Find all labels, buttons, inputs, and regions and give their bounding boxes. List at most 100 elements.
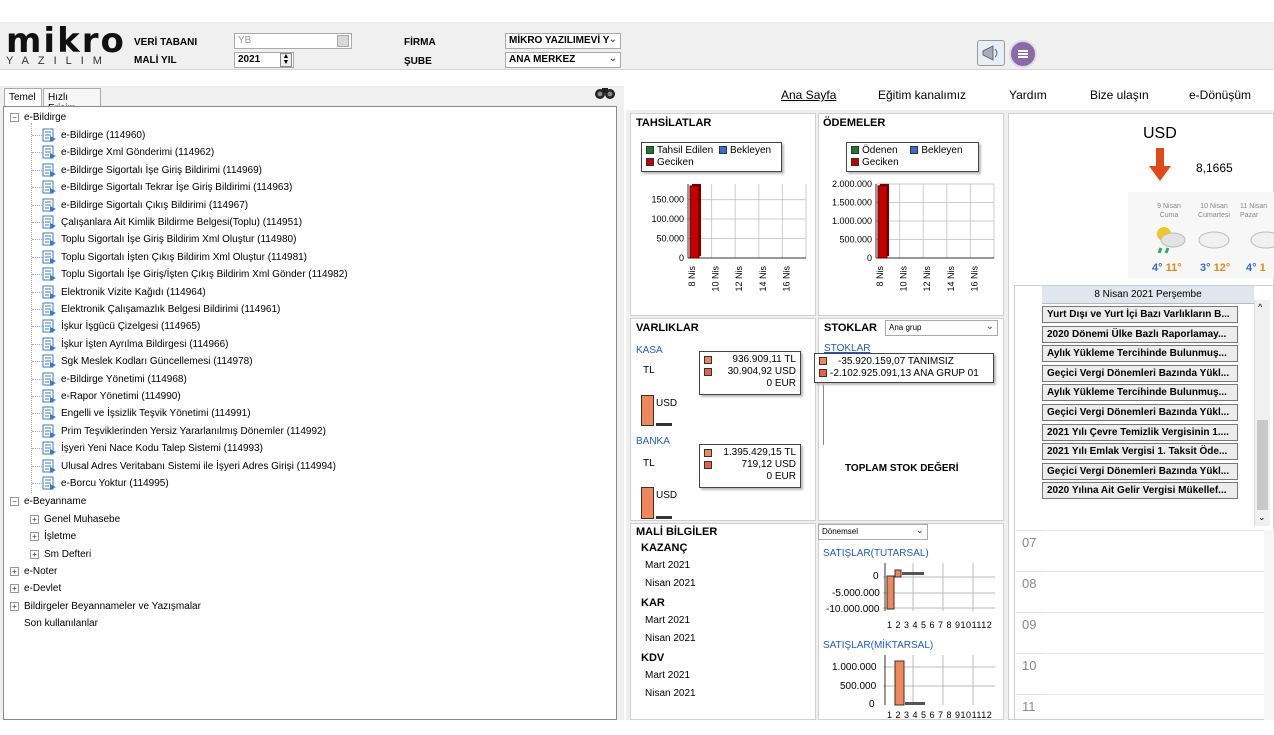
tree-item[interactable]: İşkur İşgücü Çizelgesi (114965) [61, 320, 200, 333]
tree-item[interactable]: e-Bildirge Sigortalı İşe Giriş Bildirimi… [61, 164, 262, 177]
agenda-item[interactable]: 2021 Yılı Çevre Temizlik Vergisinin 1...… [1042, 423, 1238, 441]
tree-item[interactable]: e-Bildirge Sigortalı Tekrar İşe Giriş Bi… [61, 181, 292, 194]
tree-item-sm-defteri[interactable]: Sm Defteri [44, 548, 91, 561]
odeme-legend: Ödenen Bekleyen Geciken [846, 142, 979, 172]
tab-hizli-erisim[interactable]: Hızlı Erişim [43, 88, 101, 114]
agenda-item[interactable]: 2021 Yılı Emlak Vergisi 1. Taksit Öde... [1042, 443, 1238, 461]
legend-label: Tahsil Edilen [657, 145, 714, 156]
tree-item[interactable]: Çalışanlara Ait Kimlik Bildirme Belgesi(… [61, 216, 302, 229]
agenda-item[interactable]: Geçici Vergi Dönemleri Bazında Yükl... [1042, 364, 1238, 382]
agenda-item[interactable]: 2020 Yılına Ait Gelir Vergisi Mükellef..… [1042, 482, 1238, 500]
tree-item-son-kullanilanlar[interactable]: Son kullanılanlar [24, 617, 98, 630]
x-tick-label: 16 Nis [969, 266, 979, 292]
collapse-icon[interactable]: − [10, 113, 19, 122]
agenda-hour-line [1042, 694, 1274, 695]
legend-label: Bekleyen [921, 145, 963, 156]
x-tick-label: 14 Nis [946, 266, 956, 292]
legend-swatch [851, 158, 859, 166]
kazanc-row-1[interactable]: Mart 2021 [645, 560, 690, 571]
nav-yardim[interactable]: Yardım [1009, 88, 1047, 102]
tree-item[interactable]: e-Bildirge Xml Gönderimi (114962) [61, 146, 214, 159]
y-tick-label: 2.000.000 [832, 179, 872, 189]
tree-item[interactable]: İşkur İşten Ayrılma Bildirgesi (114966) [61, 338, 228, 351]
sat-miktar-label: SATIŞLAR(MİKTARSAL) [823, 640, 934, 651]
tree-item[interactable]: Elektronik Vizite Kağıdı (114964) [61, 286, 206, 299]
chevron-down-icon[interactable]: ⌄ [1258, 512, 1266, 523]
kdv-row-1[interactable]: Mart 2021 [645, 670, 690, 681]
tree-item[interactable]: e-Bildirge Sigortalı Çıkış Bildirimi (11… [61, 199, 248, 212]
kasa-usd-bar [656, 423, 672, 426]
binoculars-button[interactable] [593, 84, 617, 100]
tree-item[interactable]: Elektronik Çalışamazlık Belgesi Bildirim… [61, 303, 280, 316]
stok-group-value: Ana grup [889, 323, 922, 332]
tree-item-genel-muhasebe[interactable]: Genel Muhasebe [44, 513, 120, 526]
tab-temel[interactable]: Temel [4, 88, 42, 106]
stok-group-select[interactable]: Ana grup ⌄ [885, 320, 998, 336]
kazanc-row-2[interactable]: Nisan 2021 [645, 578, 696, 589]
agenda-item[interactable]: 2020 Dönemi Ülke Bazlı Raporlamay... [1042, 325, 1238, 343]
tree-item-isletme[interactable]: İşletme [44, 530, 76, 543]
nav-ana-sayfa[interactable]: Ana Sayfa [781, 88, 836, 102]
expand-icon[interactable]: + [30, 532, 39, 541]
x-tick-label: 14 Nis [758, 266, 768, 292]
expand-icon[interactable]: + [10, 584, 19, 593]
year-stepper[interactable]: ▲ ▼ [280, 53, 292, 67]
menu-tree: − e-Bildirge e-Bildirge (114960) e-Bildir… [3, 106, 617, 720]
tree-item[interactable]: Prim Teşviklerinden Yersiz Yararlanılmış… [61, 425, 326, 438]
agenda-item[interactable]: Geçici Vergi Dönemleri Bazında Yükl... [1042, 462, 1238, 480]
agenda-item[interactable]: Aylık Yükleme Tercihinde Bulunmuş... [1042, 384, 1238, 402]
db-browse-button[interactable] [337, 35, 349, 47]
db-input[interactable]: YB [234, 33, 352, 49]
agenda-item[interactable]: Geçici Vergi Dönemleri Bazında Yükl... [1042, 404, 1238, 421]
tree-item[interactable]: Toplu Sigortalı İşe Giriş Bildirim Xml O… [61, 233, 296, 246]
nav-e-donusum[interactable]: e-Dönüşüm [1189, 88, 1251, 102]
kar-row-2[interactable]: Nisan 2021 [645, 633, 696, 644]
tree-root-e-devlet[interactable]: e-Devlet [24, 582, 61, 595]
tree-item[interactable]: e-Rapor Yönetimi (114990) [61, 390, 181, 403]
x-tick-label: 10 Nis [711, 266, 721, 292]
announcement-button[interactable] [977, 40, 1005, 66]
tree-connector [32, 361, 42, 363]
tree-item[interactable]: İşyeri Yeni Nace Kodu Talep Sistemi (114… [61, 442, 263, 455]
tree-item[interactable]: e-Bildirge Yönetimi (114968) [61, 373, 187, 386]
kar-row-1[interactable]: Mart 2021 [645, 615, 690, 626]
bar [689, 185, 700, 259]
branch-select[interactable]: ANA MERKEZ ⌄ [505, 52, 621, 68]
document-icon [42, 319, 56, 334]
nav-egitim-kanalimiz[interactable]: Eğitim kanalımız [878, 88, 966, 102]
agenda-item[interactable]: Yurt Dışı ve Yurt İçi Bazı Varlıkların B… [1042, 306, 1238, 323]
expand-icon[interactable]: + [10, 602, 19, 611]
expand-icon[interactable]: + [30, 550, 39, 559]
tree-item[interactable]: e-Bildirge (114960) [61, 129, 145, 142]
year-input[interactable]: 2021 ▲ ▼ [234, 52, 294, 68]
kdv-row-2[interactable]: Nisan 2021 [645, 688, 696, 699]
agenda-item[interactable]: Aylık Yükleme Tercihinde Bulunmuş... [1042, 345, 1238, 363]
tree-item[interactable]: Toplu Sigortalı İşten Çıkış Bildirim Xml… [61, 251, 307, 264]
tree-item[interactable]: Sgk Meslek Kodları Güncellemesi (114978) [61, 355, 253, 368]
chevron-up-icon[interactable]: ^ [1258, 302, 1262, 312]
mali-period-select[interactable]: Dönemsel ⌄ [818, 524, 928, 540]
tree-root-e-beyanname[interactable]: e-Beyanname [24, 495, 86, 508]
stok-title: STOKLAR [824, 322, 877, 334]
banka-usd-bar [656, 516, 672, 519]
calendar-scrollbar[interactable] [1264, 530, 1274, 720]
tree-item[interactable]: Ulusal Adres Veritabanı Sistemi ile İşye… [61, 460, 336, 473]
agenda-hour-line [1042, 530, 1274, 531]
tree-item[interactable]: Toplu Sigortalı İşe Giriş/İşten Çıkış Bi… [61, 268, 348, 281]
tree-item[interactable]: Engelli ve İşsizlik Teşvik Yönetimi (114… [61, 407, 251, 420]
tree-root-bildirgeler[interactable]: Bildirgeler Beyannameler ve Yazışmalar [24, 600, 201, 613]
expand-icon[interactable]: + [10, 567, 19, 576]
expand-icon[interactable]: + [30, 515, 39, 524]
y-tick-label: 500.000 [839, 235, 872, 245]
tree-connector [32, 326, 42, 328]
agenda-hour: 11 [1016, 694, 1042, 735]
menu-button[interactable] [1009, 40, 1037, 68]
tree-root-e-noter[interactable]: e-Noter [24, 565, 57, 578]
tree-connector [32, 291, 42, 293]
firm-select[interactable]: MİKRO YAZILIMEVİ Y ⌄ [505, 33, 621, 49]
scroll-thumb[interactable] [1257, 420, 1268, 510]
nav-bize-ulasin[interactable]: Bize ulaşın [1090, 88, 1149, 102]
tree-item[interactable]: e-Borcu Yoktur (114995) [61, 477, 169, 490]
collapse-icon[interactable]: − [10, 497, 19, 506]
agenda-scrollbar[interactable]: ^ ⌄ [1254, 300, 1270, 526]
